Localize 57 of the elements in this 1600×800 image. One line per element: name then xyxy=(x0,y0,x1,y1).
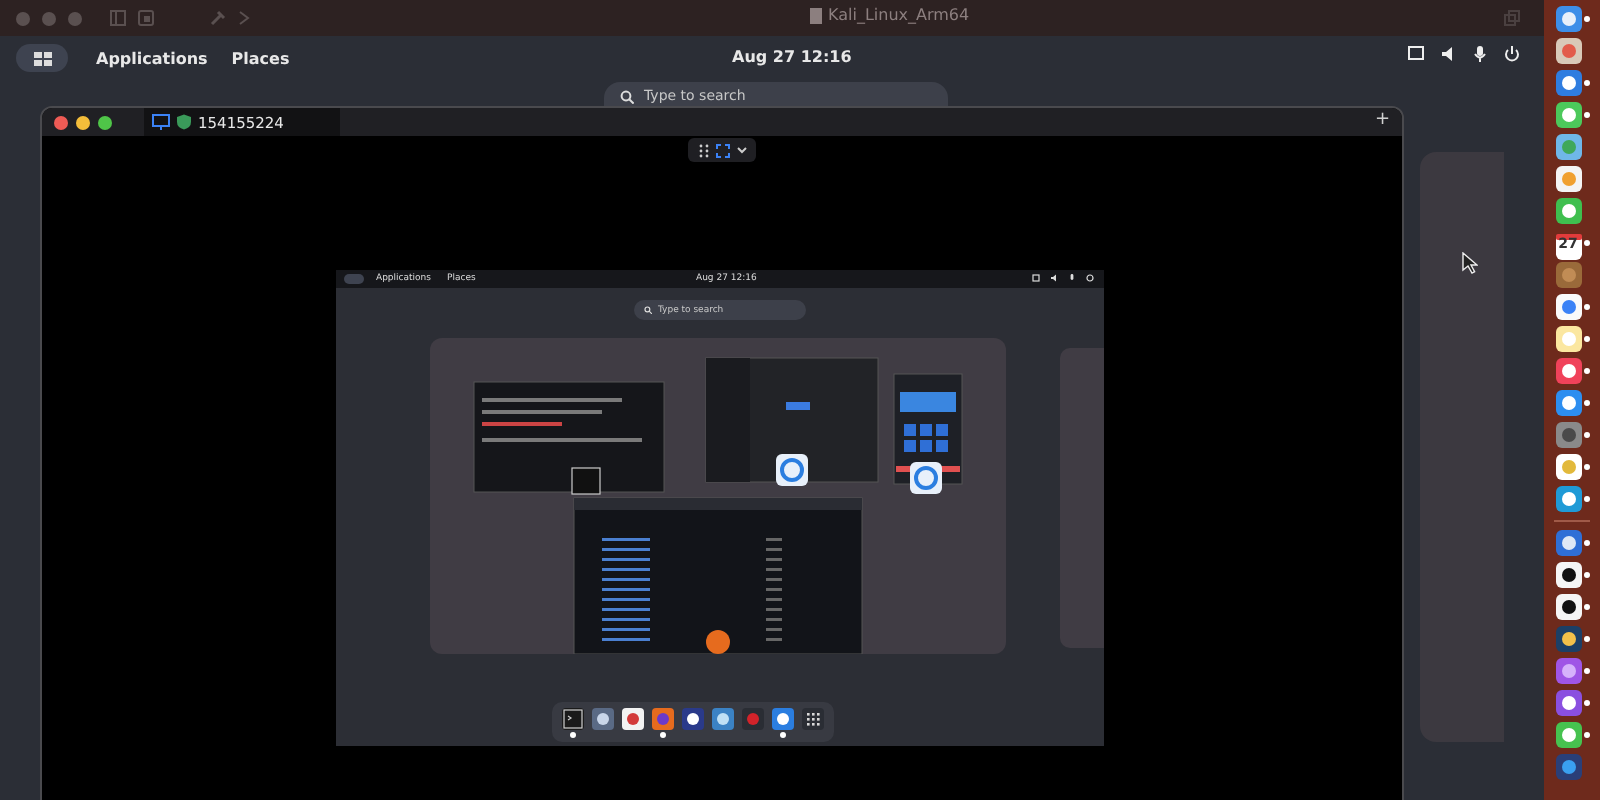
app-icon[interactable] xyxy=(562,707,584,729)
monitor-icon xyxy=(152,114,170,130)
app-icon[interactable] xyxy=(592,707,614,729)
grid-icon xyxy=(33,51,51,65)
app-icon[interactable] xyxy=(682,707,704,729)
app-icon[interactable] xyxy=(712,707,734,729)
workspace-thumbnail[interactable] xyxy=(1420,152,1504,742)
app-icon[interactable] xyxy=(1555,6,1581,32)
power-icon[interactable] xyxy=(1504,46,1520,62)
caret-icon xyxy=(735,144,747,156)
window-title: Kali_Linux_Arm64 xyxy=(828,6,970,24)
app-icon[interactable] xyxy=(1555,166,1581,192)
app-icon[interactable] xyxy=(1555,454,1581,480)
minimize-button[interactable] xyxy=(76,115,90,129)
app-icon[interactable] xyxy=(1555,70,1581,96)
power-icon xyxy=(1086,274,1094,282)
shield-icon xyxy=(176,114,192,130)
top-bar-menu[interactable]: Applications xyxy=(96,49,208,67)
app-icon[interactable] xyxy=(1555,658,1581,684)
app-icon[interactable] xyxy=(1555,722,1581,748)
volume-icon xyxy=(1050,274,1058,282)
clock[interactable]: Aug 27 12:16 xyxy=(732,48,852,66)
close-button[interactable] xyxy=(54,115,68,129)
pointer-icon xyxy=(1462,252,1478,274)
app-icon[interactable] xyxy=(1555,326,1581,352)
app-icon[interactable] xyxy=(1555,358,1581,384)
app-icon[interactable] xyxy=(1555,390,1581,416)
app-icon[interactable] xyxy=(1555,294,1581,320)
app-icon[interactable] xyxy=(802,707,824,729)
app-icon[interactable] xyxy=(1555,486,1581,512)
new-tab-button[interactable]: + xyxy=(1374,110,1390,130)
app-icon[interactable] xyxy=(1555,38,1581,64)
app-icon[interactable] xyxy=(1555,198,1581,224)
app-icon[interactable] xyxy=(622,707,644,729)
search-icon xyxy=(644,306,652,314)
workspace-thumbnail[interactable] xyxy=(1060,348,1104,648)
app-icon[interactable] xyxy=(1555,562,1581,588)
drag-handle-icon xyxy=(697,143,709,157)
fullscreen-icon xyxy=(715,143,729,157)
microphone-icon[interactable] xyxy=(1472,46,1488,62)
zoom-button[interactable] xyxy=(98,115,112,129)
activities-button[interactable] xyxy=(16,44,68,72)
app-icon[interactable] xyxy=(1555,626,1581,652)
app-icon[interactable] xyxy=(772,707,794,729)
app-icon[interactable] xyxy=(1555,594,1581,620)
volume-icon[interactable] xyxy=(1440,46,1456,62)
app-icon[interactable] xyxy=(1555,530,1581,556)
workspace-thumbnail-drawing[interactable] xyxy=(430,338,1006,654)
top-bar-menu[interactable]: Places xyxy=(231,49,290,67)
display-icon[interactable] xyxy=(1408,46,1424,62)
display-icon xyxy=(1032,274,1040,282)
app-icon[interactable] xyxy=(1555,690,1581,716)
search-icon xyxy=(620,89,634,103)
microphone-icon xyxy=(1068,274,1076,282)
app-icon[interactable] xyxy=(1555,102,1581,128)
view-toolbar[interactable] xyxy=(688,138,756,162)
document-icon xyxy=(810,7,822,23)
